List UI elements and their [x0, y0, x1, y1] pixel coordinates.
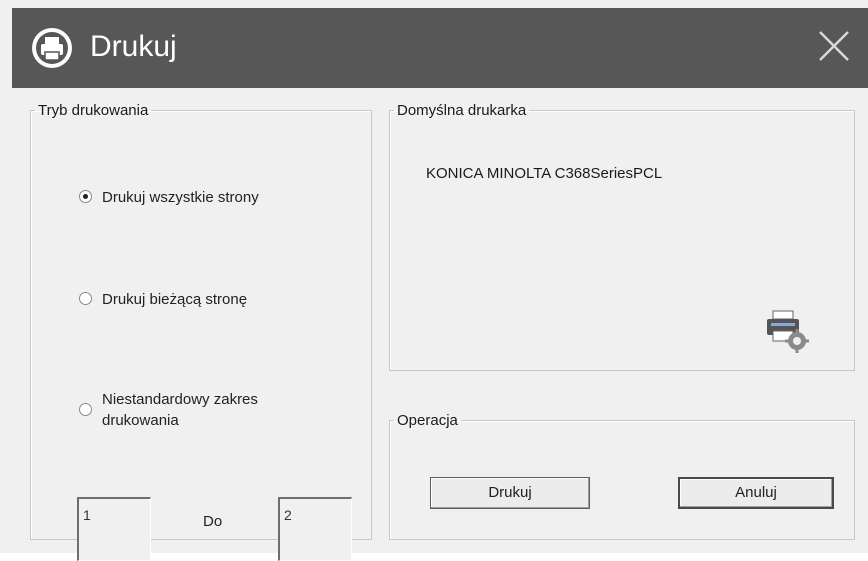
dialog-body: Tryb drukowania Drukuj wszystkie strony …	[12, 88, 868, 561]
radio-print-current[interactable]: Drukuj bieżącą stronę	[79, 289, 247, 310]
print-mode-group: Tryb drukowania Drukuj wszystkie strony …	[30, 102, 372, 561]
printer-icon	[32, 28, 72, 68]
range-from-input[interactable]: 1	[77, 497, 151, 561]
radio-label: Drukuj bieżącą stronę	[102, 291, 248, 308]
print-mode-legend: Tryb drukowania	[38, 102, 149, 119]
window-title: Drukuj	[90, 30, 177, 63]
radio-label: Drukuj wszystkie strony	[102, 189, 259, 206]
print-dialog: Drukuj Tryb drukowania Drukuj wszystkie …	[0, 0, 868, 561]
radio-print-all[interactable]: Drukuj wszystkie strony	[79, 187, 259, 208]
cancel-button[interactable]: Anuluj	[678, 477, 834, 509]
radio-print-custom-range[interactable]: Niestandardowy zakres drukowania	[79, 389, 329, 431]
radio-button[interactable]	[79, 292, 92, 305]
print-button[interactable]: Drukuj	[430, 477, 590, 509]
printer-settings-icon[interactable]	[763, 309, 811, 353]
range-to-input[interactable]: 2	[278, 497, 352, 561]
title-bar[interactable]: Drukuj	[12, 8, 868, 88]
radio-label: Niestandardowy zakres drukowania	[102, 391, 258, 429]
radio-button[interactable]	[79, 190, 92, 203]
default-printer-legend: Domyślna drukarka	[397, 102, 527, 119]
close-icon[interactable]	[806, 18, 862, 74]
range-to-label: Do	[203, 513, 223, 530]
default-printer-group: Domyślna drukarka KONICA MINOLTA C368Ser…	[389, 102, 855, 371]
operation-group: Operacja Drukuj Anuluj	[389, 412, 855, 540]
operation-legend: Operacja	[397, 412, 458, 429]
radio-button[interactable]	[79, 403, 92, 416]
printer-name: KONICA MINOLTA C368SeriesPCL	[426, 165, 663, 182]
